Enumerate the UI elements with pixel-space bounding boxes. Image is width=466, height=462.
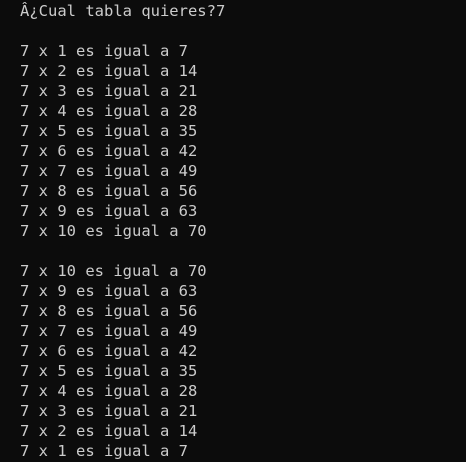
descending-row: 7 x 4 es igual a 28 [20, 382, 198, 400]
input-prompt-line: Â¿Cual tabla quieres?7 [20, 2, 226, 20]
ascending-row: 7 x 10 es igual a 70 [20, 222, 207, 240]
ascending-row: 7 x 1 es igual a 7 [20, 42, 188, 60]
descending-row: 7 x 9 es igual a 63 [20, 282, 198, 300]
descending-table: 7 x 10 es igual a 70 7 x 9 es igual a 63… [20, 261, 466, 461]
ascending-row: 7 x 9 es igual a 63 [20, 202, 198, 220]
descending-row: 7 x 6 es igual a 42 [20, 342, 198, 360]
ascending-row: 7 x 3 es igual a 21 [20, 82, 198, 100]
descending-row: 7 x 2 es igual a 14 [20, 422, 198, 440]
descending-row: 7 x 10 es igual a 70 [20, 262, 207, 280]
ascending-row: 7 x 5 es igual a 35 [20, 122, 198, 140]
ascending-table: 7 x 1 es igual a 7 7 x 2 es igual a 14 7… [20, 41, 466, 241]
descending-row: 7 x 7 es igual a 49 [20, 322, 198, 340]
descending-row: 7 x 8 es igual a 56 [20, 302, 198, 320]
ascending-row: 7 x 6 es igual a 42 [20, 142, 198, 160]
descending-row: 7 x 5 es igual a 35 [20, 362, 198, 380]
ascending-row: 7 x 2 es igual a 14 [20, 62, 198, 80]
descending-row: 7 x 1 es igual a 7 [20, 442, 188, 460]
ascending-row: 7 x 4 es igual a 28 [20, 102, 198, 120]
console-output: Â¿Cual tabla quieres?7 7 x 1 es igual a … [0, 0, 466, 462]
descending-row: 7 x 3 es igual a 21 [20, 402, 198, 420]
ascending-row: 7 x 8 es igual a 56 [20, 182, 198, 200]
ascending-row: 7 x 7 es igual a 49 [20, 162, 198, 180]
